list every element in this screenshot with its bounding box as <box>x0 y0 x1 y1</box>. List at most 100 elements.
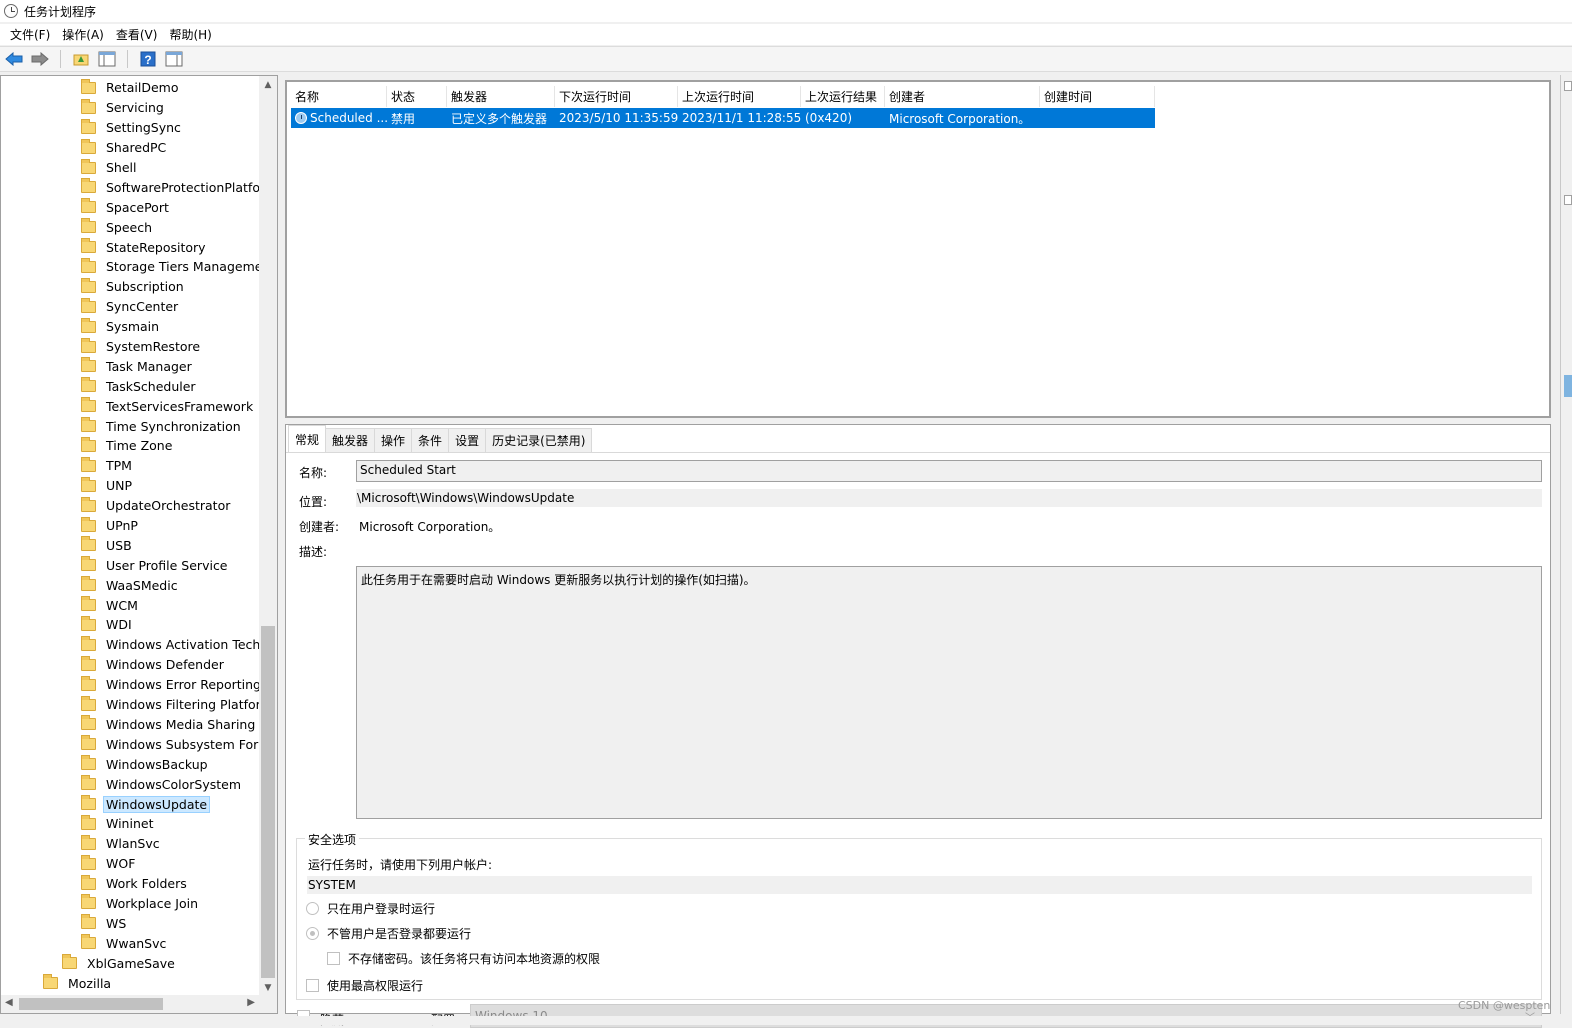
tab-history[interactable]: 历史记录(已禁用) <box>485 428 593 452</box>
radio-run-always[interactable] <box>306 927 319 940</box>
description-field[interactable]: 此任务用于在需要时启动 Windows 更新服务以执行计划的操作(如扫描)。 <box>356 566 1542 819</box>
tree-item[interactable]: WlanSvc <box>1 834 259 854</box>
column-header-next-run[interactable]: 下次运行时间 <box>555 86 678 107</box>
tree-item[interactable]: Speech <box>1 217 259 237</box>
column-header-created[interactable]: 创建时间 <box>1040 86 1155 107</box>
menu-action[interactable]: 操作(A) <box>56 26 110 43</box>
column-header-author[interactable]: 创建者 <box>885 86 1040 107</box>
tab-actions[interactable]: 操作 <box>374 428 413 452</box>
column-header-name[interactable]: 名称 <box>291 86 387 107</box>
collapse-icon[interactable] <box>1564 81 1572 91</box>
tree-item[interactable]: Wininet <box>1 814 259 834</box>
show-hide-tree-icon[interactable] <box>97 50 117 68</box>
back-arrow-icon[interactable] <box>4 50 24 68</box>
scroll-thumb[interactable] <box>19 998 163 1010</box>
tree-horizontal-scrollbar[interactable]: ◀ ▶ <box>1 995 259 1013</box>
tree-item[interactable]: SyncCenter <box>1 297 259 317</box>
tree-item[interactable]: SettingSync <box>1 118 259 138</box>
menu-help[interactable]: 帮助(H) <box>163 26 217 43</box>
scroll-thumb[interactable] <box>1564 375 1572 397</box>
tree-item[interactable]: WOF <box>1 854 259 874</box>
tree-item[interactable]: WindowsBackup <box>1 754 259 774</box>
tree-item[interactable]: USB <box>1 535 259 555</box>
tree-item[interactable]: Time Zone <box>1 436 259 456</box>
tree-item[interactable]: WaaSMedic <box>1 575 259 595</box>
tree-item[interactable]: TPM <box>1 456 259 476</box>
tree-item[interactable]: UPnP <box>1 516 259 536</box>
tree-item[interactable]: Windows Subsystem For Linux <box>1 734 259 754</box>
tree-vertical-scrollbar[interactable]: ▲ ▼ <box>259 76 277 996</box>
checkbox-no-store-password[interactable] <box>327 952 340 965</box>
tree-item[interactable]: Mozilla <box>1 973 259 993</box>
tree-item[interactable]: UpdateOrchestrator <box>1 496 259 516</box>
menu-file[interactable]: 文件(F) <box>4 26 56 43</box>
scroll-right-icon[interactable]: ▶ <box>247 997 255 1008</box>
folder-icon <box>43 974 58 990</box>
menu-view[interactable]: 查看(V) <box>110 26 164 43</box>
tree-item[interactable]: WCM <box>1 595 259 615</box>
tree-item[interactable]: Windows Defender <box>1 655 259 675</box>
scroll-down-icon[interactable]: ▼ <box>259 979 277 996</box>
column-header-triggers[interactable]: 触发器 <box>447 86 555 107</box>
column-header-last-result[interactable]: 上次运行结果 <box>801 86 885 107</box>
tree-item[interactable]: Servicing <box>1 98 259 118</box>
tree-item[interactable]: Windows Activation Technologies <box>1 635 259 655</box>
tree-item[interactable]: SoftwareProtectionPlatform <box>1 177 259 197</box>
tree-item-label: Windows Error Reporting <box>106 677 259 693</box>
properties-icon[interactable] <box>164 50 184 68</box>
task-last-run: 2023/11/1 11:28:55 <box>682 111 801 125</box>
tree-item[interactable]: SpacePort <box>1 197 259 217</box>
tree-item[interactable]: XblGameSave <box>1 953 259 973</box>
tree-item[interactable]: Time Synchronization <box>1 416 259 436</box>
tree-item[interactable]: SystemRestore <box>1 337 259 357</box>
up-folder-icon[interactable] <box>71 50 91 68</box>
tree-item[interactable]: UNP <box>1 476 259 496</box>
tree-item[interactable]: WwanSvc <box>1 933 259 953</box>
tree-item[interactable]: WindowsUpdate <box>1 794 259 814</box>
tree-item[interactable]: Task Manager <box>1 356 259 376</box>
tree-list: RetailDemo Servicing SettingSync SharedPC Sh… <box>1 78 259 993</box>
tree-item[interactable]: Shell <box>1 158 259 178</box>
radio-run-logged-on[interactable] <box>306 902 319 915</box>
tree-item[interactable]: Storage Tiers Management <box>1 257 259 277</box>
name-label: 名称: <box>299 466 328 480</box>
actions-pane-edge <box>1560 75 1572 1014</box>
table-row[interactable]: Scheduled ... 禁用 已定义多个触发器 2023/5/10 11:3… <box>291 108 1155 128</box>
tree-item[interactable]: Work Folders <box>1 874 259 894</box>
scroll-thumb[interactable] <box>261 626 275 978</box>
tree-item-label: WindowsBackup <box>106 756 208 772</box>
tree-item[interactable]: WDI <box>1 615 259 635</box>
forward-arrow-icon[interactable] <box>30 50 50 68</box>
scroll-left-icon[interactable]: ◀ <box>5 997 13 1008</box>
tab-general[interactable]: 常规 <box>288 425 327 452</box>
tree-item[interactable]: StateRepository <box>1 237 259 257</box>
tree-item[interactable]: TaskScheduler <box>1 376 259 396</box>
column-header-status[interactable]: 状态 <box>387 86 447 107</box>
scroll-up-icon[interactable]: ▲ <box>259 76 277 93</box>
column-header-last-run[interactable]: 上次运行时间 <box>678 86 801 107</box>
checkbox-highest-privileges[interactable] <box>306 979 319 992</box>
tree-item[interactable]: SharedPC <box>1 138 259 158</box>
tab-settings[interactable]: 设置 <box>448 428 487 452</box>
help-icon[interactable]: ? <box>138 50 158 68</box>
tree-item[interactable]: RetailDemo <box>1 78 259 98</box>
tree-item[interactable]: Subscription <box>1 277 259 297</box>
tree-item[interactable]: User Profile Service <box>1 555 259 575</box>
tree-item[interactable]: Windows Filtering Platform <box>1 695 259 715</box>
collapse-icon[interactable] <box>1564 195 1572 205</box>
tree-item[interactable]: Workplace Join <box>1 894 259 914</box>
tab-conditions[interactable]: 条件 <box>411 428 450 452</box>
tree-item[interactable]: Windows Error Reporting <box>1 675 259 695</box>
folder-icon <box>81 377 96 393</box>
name-field[interactable]: Scheduled Start <box>356 460 1542 482</box>
tree-item[interactable]: Sysmain <box>1 317 259 337</box>
folder-icon <box>81 795 96 810</box>
tree-item[interactable]: WS <box>1 913 259 933</box>
tree-item[interactable]: TextServicesFramework <box>1 396 259 416</box>
folder-icon <box>81 158 96 174</box>
tree-item[interactable]: Windows Media Sharing <box>1 715 259 735</box>
tree-item-label: Speech <box>106 219 153 235</box>
folder-icon <box>81 496 96 512</box>
tab-triggers[interactable]: 触发器 <box>325 428 376 452</box>
tree-item[interactable]: WindowsColorSystem <box>1 774 259 794</box>
